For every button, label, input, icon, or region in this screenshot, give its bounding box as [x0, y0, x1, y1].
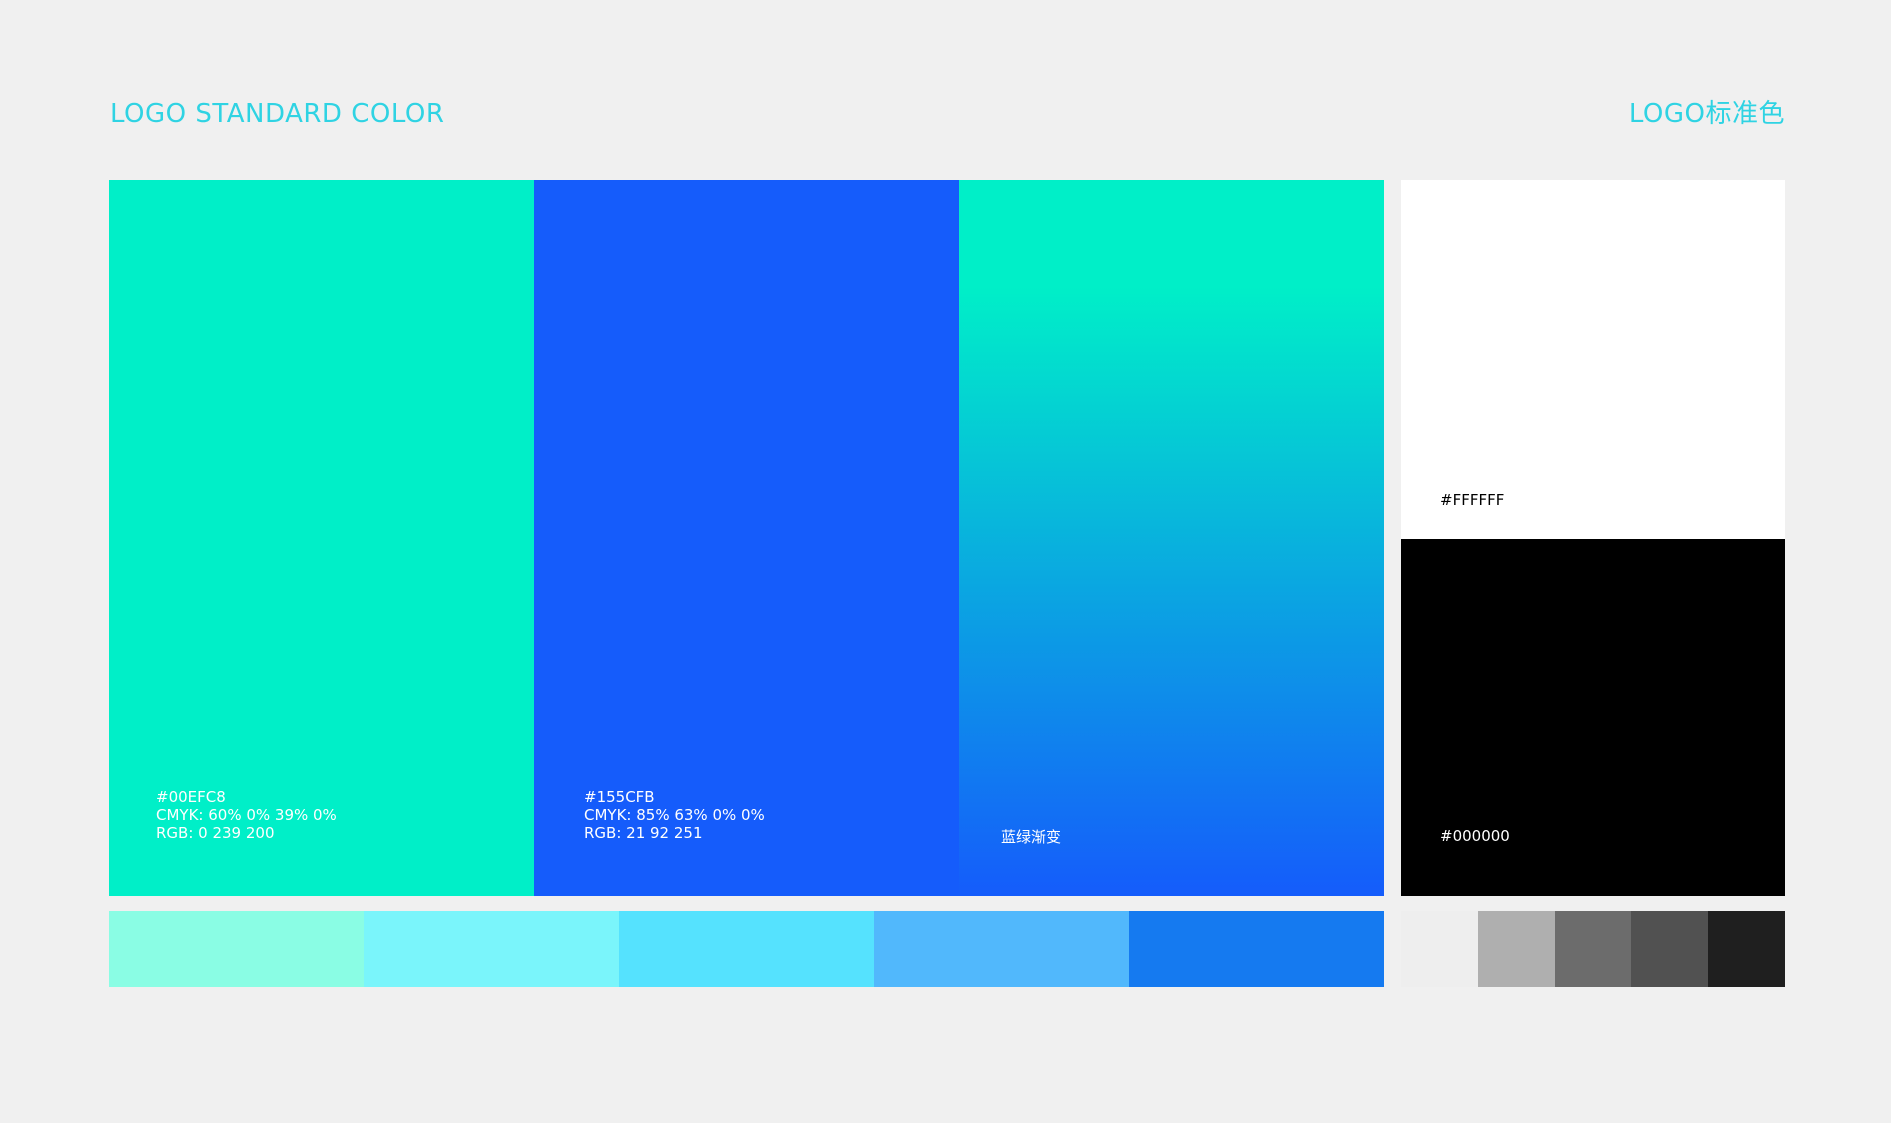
- gray-swatch: [1708, 911, 1785, 987]
- tint-swatch: [364, 911, 619, 987]
- swatch-gradient-label: 蓝绿渐变: [1001, 828, 1062, 846]
- swatch-primary-green: #00EFC8 CMYK: 60% 0% 39% 0% RGB: 0 239 2…: [109, 180, 534, 896]
- swatch-primary-blue-hex: #155CFB: [584, 788, 655, 806]
- swatch-primary-green-cmyk: CMYK: 60% 0% 39% 0%: [156, 806, 337, 824]
- tint-swatch: [619, 911, 874, 987]
- tint-swatch: [109, 911, 364, 987]
- swatch-black: #000000: [1401, 539, 1785, 896]
- swatch-primary-blue: #155CFB CMYK: 85% 63% 0% 0% RGB: 21 92 2…: [534, 180, 959, 896]
- gray-swatch: [1477, 911, 1555, 987]
- gray-swatch: [1554, 911, 1632, 987]
- swatch-black-hex: #000000: [1440, 827, 1510, 845]
- swatch-primary-blue-info: #155CFB CMYK: 85% 63% 0% 0% RGB: 21 92 2…: [584, 788, 765, 842]
- gray-strip: [1401, 911, 1785, 987]
- swatch-primary-green-info: #00EFC8 CMYK: 60% 0% 39% 0% RGB: 0 239 2…: [156, 788, 337, 842]
- swatch-white: #FFFFFF: [1401, 180, 1785, 539]
- swatch-white-hex: #FFFFFF: [1440, 491, 1505, 509]
- swatch-primary-blue-rgb: RGB: 21 92 251: [584, 824, 703, 842]
- swatch-primary-green-rgb: RGB: 0 239 200: [156, 824, 275, 842]
- page-title-en: LOGO STANDARD COLOR: [110, 99, 445, 129]
- page-title-cn: LOGO标准色: [1628, 99, 1785, 129]
- tint-swatch: [1129, 911, 1384, 987]
- swatch-primary-blue-cmyk: CMYK: 85% 63% 0% 0%: [584, 806, 765, 824]
- swatch-primary-green-hex: #00EFC8: [156, 788, 226, 806]
- tint-swatch: [874, 911, 1129, 987]
- gray-swatch: [1401, 911, 1478, 987]
- tint-strip: [109, 911, 1384, 987]
- gray-swatch: [1631, 911, 1709, 987]
- swatch-gradient: 蓝绿渐变: [959, 180, 1384, 896]
